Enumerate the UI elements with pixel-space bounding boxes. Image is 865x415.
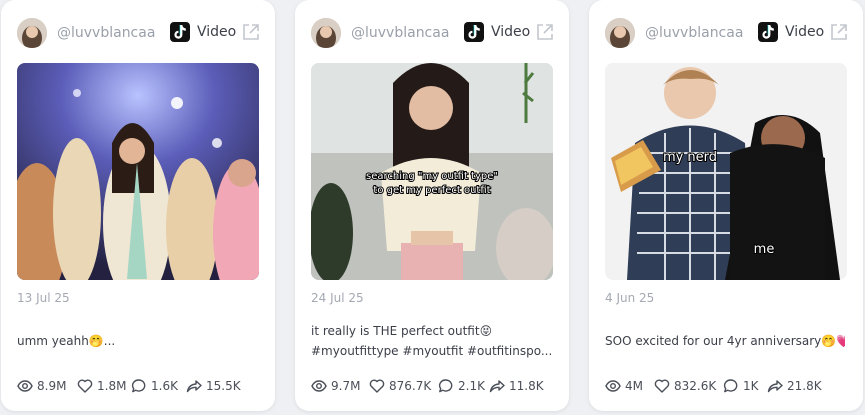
comments-count: 2.1K (458, 379, 485, 393)
avatar[interactable] (17, 18, 47, 48)
post-card[interactable]: @luvvblancaa Video 13 Jul 25 umm yeahh🤭.… (1, 0, 275, 411)
post-type-label: Video (785, 24, 825, 40)
post-card[interactable]: @luvvblancaa Video searching "my outfit … (295, 0, 569, 411)
overlay-caption: my nerd (663, 150, 717, 165)
comment-icon (723, 379, 738, 393)
card-header: @luvvblancaa Video (311, 18, 555, 48)
avatar[interactable] (605, 18, 635, 48)
comment-icon (438, 379, 453, 393)
engagement-stats: 4M 832.6K 1K 21.8K (605, 377, 849, 395)
post-date: 13 Jul 25 (17, 291, 70, 305)
external-link-icon[interactable] (241, 22, 261, 42)
external-link-icon[interactable] (829, 22, 849, 42)
video-thumbnail[interactable]: my nerd me (605, 63, 847, 280)
views-count: 9.7M (331, 379, 361, 393)
eye-icon (311, 380, 327, 392)
comments-count: 1.6K (151, 379, 178, 393)
eye-icon (17, 380, 33, 392)
shares-count: 15.5K (206, 379, 241, 393)
video-thumbnail[interactable] (17, 63, 259, 280)
caption-line: umm yeahh🤭... (17, 334, 116, 348)
comments-count: 1K (743, 379, 759, 393)
post-caption[interactable]: it really is THE perfect outfit😝 #myoutf… (311, 321, 551, 361)
external-link-icon[interactable] (535, 22, 555, 42)
tiktok-icon (758, 22, 778, 42)
caption-line: SOO excited for our 4yr anniversary🤭💗 (605, 334, 845, 348)
overlay-caption: to get my perfect outfit (373, 185, 490, 196)
post-caption[interactable]: umm yeahh🤭... (17, 331, 257, 351)
heart-icon (77, 379, 93, 393)
post-caption[interactable]: SOO excited for our 4yr anniversary🤭💗 (605, 331, 845, 351)
tiktok-icon (464, 22, 484, 42)
shares-count: 21.8K (787, 379, 822, 393)
post-card[interactable]: @luvvblancaa Video my nerd me 4 Jun 25 S… (589, 0, 863, 411)
shares-count: 11.8K (509, 379, 544, 393)
creator-handle[interactable]: @luvvblancaa (57, 25, 155, 41)
post-type-label: Video (491, 24, 531, 40)
views-count: 8.9M (37, 379, 67, 393)
video-thumbnail[interactable]: searching "my outfit type" to get my per… (311, 63, 553, 280)
creator-handle[interactable]: @luvvblancaa (645, 25, 743, 41)
overlay-caption: searching "my outfit type" (366, 171, 498, 182)
post-type-label: Video (197, 24, 237, 40)
share-icon (489, 380, 505, 393)
post-date: 24 Jul 25 (311, 291, 364, 305)
eye-icon (605, 380, 621, 392)
comment-icon (131, 379, 146, 393)
engagement-stats: 9.7M 876.7K 2.1K 11.8K (311, 377, 555, 395)
caption-line: it really is THE perfect outfit😝 (311, 324, 493, 338)
post-date: 4 Jun 25 (605, 291, 655, 305)
card-header: @luvvblancaa Video (17, 18, 261, 48)
likes-count: 832.6K (674, 379, 717, 393)
views-count: 4M (625, 379, 643, 393)
likes-count: 876.7K (389, 379, 432, 393)
caption-hashtags: #myoutfittype #myoutfit #outfitinspo... (311, 344, 551, 358)
likes-count: 1.8M (97, 379, 127, 393)
share-icon (767, 380, 783, 393)
heart-icon (369, 379, 385, 393)
engagement-stats: 8.9M 1.8M 1.6K 15.5K (17, 377, 261, 395)
tiktok-icon (170, 22, 190, 42)
creator-handle[interactable]: @luvvblancaa (351, 25, 449, 41)
overlay-caption: me (754, 242, 775, 257)
avatar[interactable] (311, 18, 341, 48)
heart-icon (654, 379, 670, 393)
card-header: @luvvblancaa Video (605, 18, 849, 48)
share-icon (186, 380, 202, 393)
